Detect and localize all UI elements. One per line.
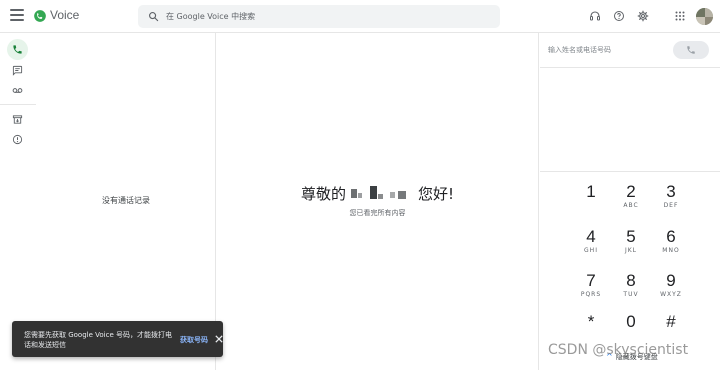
nav-archive[interactable] [7,109,28,130]
spam-icon [12,134,23,145]
key-9[interactable]: 9 WXYZ [651,265,691,305]
key-7[interactable]: 7 PQRS [571,265,611,305]
nav-voicemail[interactable] [7,80,28,101]
close-icon[interactable] [215,335,223,343]
watermark: CSDN @skyscientist [548,342,689,358]
app-title: Voice [50,8,80,22]
help-icon[interactable] [613,10,625,22]
greeting-prefix: 尊敬的 [300,185,346,203]
greeting: 尊敬的 您好! [216,183,539,204]
menu-icon[interactable] [10,9,24,23]
main-content: 尊敬的 您好! 您已看完所有内容 [216,33,539,370]
search-input[interactable] [166,5,486,28]
phone-icon [687,46,695,54]
greeting-suffix: 您好! [418,185,455,203]
search-bar[interactable] [138,5,500,28]
dial-input[interactable] [548,44,668,56]
apps-icon[interactable] [674,10,686,22]
key-3[interactable]: 3 DEF [651,176,691,216]
voice-logo[interactable] [33,9,47,23]
gear-icon[interactable] [637,10,649,22]
message-icon [12,65,23,76]
redacted-name [350,186,414,200]
empty-calls-text: 没有通话记录 [102,196,150,205]
key-6[interactable]: 6 MNO [651,221,691,261]
nav-spam[interactable] [7,129,28,150]
dial-input-area [540,33,720,68]
archive-icon [12,115,23,124]
key-hash[interactable]: # [651,306,691,346]
get-number-button[interactable]: 获取号码 [180,335,208,345]
key-5[interactable]: 5 JKL [611,221,651,261]
voicemail-icon [12,88,23,93]
greeting-subtitle: 您已看完所有内容 [349,209,406,217]
side-nav [0,33,36,370]
nav-divider [0,104,36,105]
voice-app: Voice 在 Google Voice 中搜索 没有通话记录 尊敬的 您好! … [0,0,720,370]
avatar[interactable] [696,8,713,25]
keypad: 1 2 ABC 3 DEF 4 GHI 5 JKL 6 MNO 7 PQRS 8 TUV 9W… [540,171,720,331]
phone-icon [13,45,22,54]
key-star[interactable]: * [571,306,611,346]
key-2[interactable]: 2 ABC [611,176,651,216]
nav-messages[interactable] [7,60,28,81]
headset-icon[interactable] [589,10,601,22]
key-0[interactable]: 0 [611,306,651,346]
key-1[interactable]: 1 [571,176,611,216]
key-8[interactable]: 8 TUV [611,265,651,305]
top-bar: Voice [0,0,720,33]
snackbar-message: 您需要先获取 Google Voice 号码，才能拨打电话和发送短信 [24,331,172,349]
calls-list-panel: 没有通话记录 [36,33,216,370]
nav-calls[interactable] [7,39,28,60]
call-button[interactable] [673,41,709,59]
key-4[interactable]: 4 GHI [571,221,611,261]
get-number-snackbar: 您需要先获取 Google Voice 号码，才能拨打电话和发送短信 获取号码 [12,321,223,357]
dialer-panel: 1 2ABC 3DEF 4GHI 5JKL 6MNO 7PQRS 8TUV 9W… [540,33,720,370]
search-icon [149,12,159,22]
